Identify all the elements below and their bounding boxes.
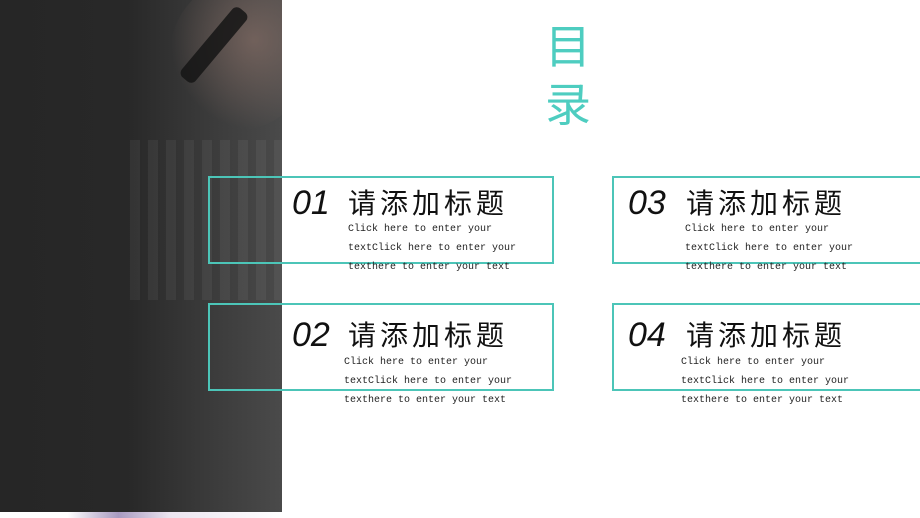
toc-item-02-number: 02 [292,316,330,354]
toc-item-04-number: 04 [628,316,666,354]
toc-item-03-number: 03 [628,184,666,222]
toc-item-03-heading[interactable]: 请添加标题 [686,182,846,222]
toc-item-01-number: 01 [292,184,330,222]
toc-item-02-heading[interactable]: 请添加标题 [348,314,508,354]
toc-item-02-text[interactable]: Click here to enter your textClick here … [344,353,544,410]
toc-item-03-text[interactable]: Click here to enter your textClick here … [685,220,885,277]
toc-item-04-text[interactable]: Click here to enter your textClick here … [681,353,881,410]
toc-item-01-text[interactable]: Click here to enter your textClick here … [348,220,548,277]
title-char-2: 录 [545,78,591,132]
toc-item-01-heading[interactable]: 请添加标题 [348,182,508,222]
page-title: 目 录 [538,18,598,134]
toc-item-04-heading[interactable]: 请添加标题 [686,314,846,354]
title-char-1: 目 [545,20,591,74]
decorative-strip [0,512,282,518]
